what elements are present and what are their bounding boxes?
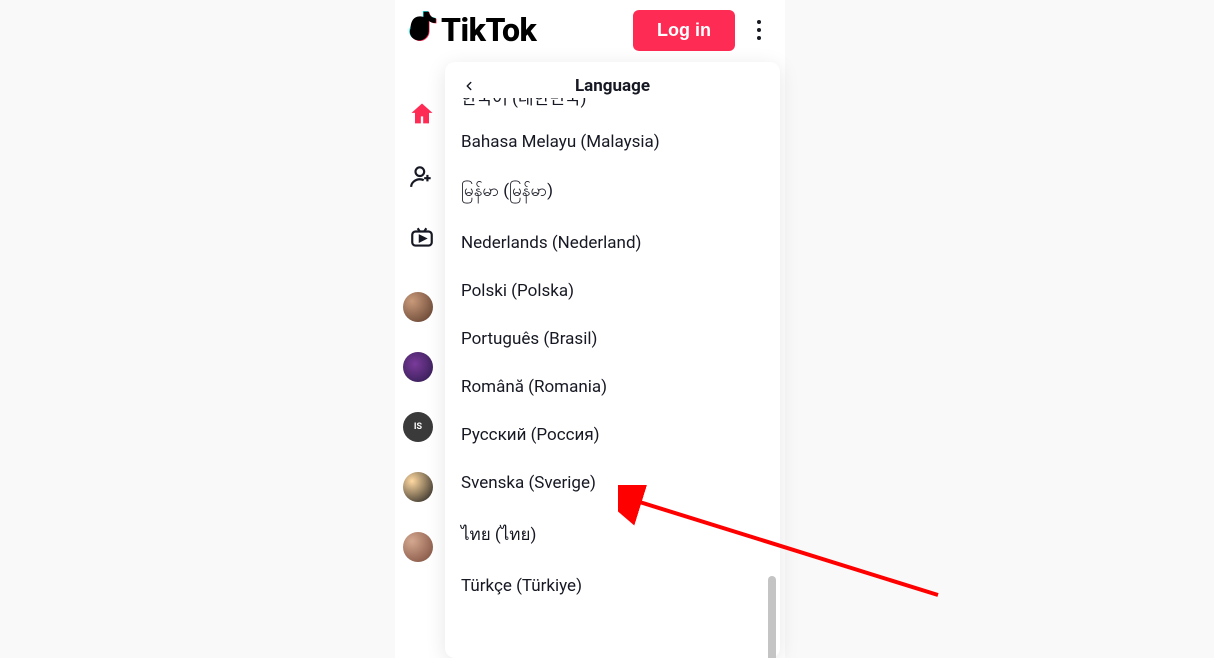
language-option[interactable]: Português (Brasil) (445, 315, 780, 363)
language-option[interactable]: 한국어 (대한민국) (445, 98, 780, 118)
tiktok-note-icon (407, 11, 437, 49)
language-option[interactable]: ไทย (ไทย) (445, 507, 780, 562)
avatar[interactable] (403, 352, 433, 382)
kebab-dot-icon (757, 20, 761, 24)
language-option[interactable]: Română (Romania) (445, 363, 780, 411)
kebab-dot-icon (757, 36, 761, 40)
side-nav (405, 100, 439, 252)
avatar[interactable]: IS (403, 412, 433, 442)
scrollbar-thumb[interactable] (768, 576, 776, 658)
language-option[interactable]: Nederlands (Nederland) (445, 219, 780, 267)
brand-text: TikTok (441, 11, 536, 49)
live-icon[interactable] (408, 224, 436, 252)
back-chevron-icon[interactable] (459, 76, 479, 96)
language-dropdown: Language 한국어 (대한민국) Bahasa Melayu (Malay… (445, 62, 780, 658)
kebab-dot-icon (757, 28, 761, 32)
avatar[interactable] (403, 472, 433, 502)
login-button[interactable]: Log in (633, 10, 735, 51)
avatar[interactable] (403, 532, 433, 562)
app-header: TikTok Log in (395, 0, 785, 60)
home-icon[interactable] (408, 100, 436, 128)
more-menu-button[interactable] (747, 20, 771, 40)
suggested-accounts: IS (403, 292, 433, 562)
language-option[interactable]: Bahasa Melayu (Malaysia) (445, 118, 780, 166)
language-option[interactable]: Polski (Polska) (445, 267, 780, 315)
avatar[interactable] (403, 292, 433, 322)
language-option[interactable]: Türkçe (Türkiye) (445, 562, 780, 596)
language-option[interactable]: Русский (Россия) (445, 411, 780, 459)
app-column: TikTok Log in IS (395, 0, 785, 658)
language-option[interactable]: Svenska (Sverige) (445, 459, 780, 507)
following-icon[interactable] (408, 162, 436, 190)
language-title: Language (461, 76, 764, 96)
language-list[interactable]: 한국어 (대한민국) Bahasa Melayu (Malaysia) မြန်… (445, 98, 780, 658)
language-option[interactable]: မြန်မာ (မြန်မာ) (445, 166, 780, 219)
brand-logo[interactable]: TikTok (407, 11, 536, 49)
